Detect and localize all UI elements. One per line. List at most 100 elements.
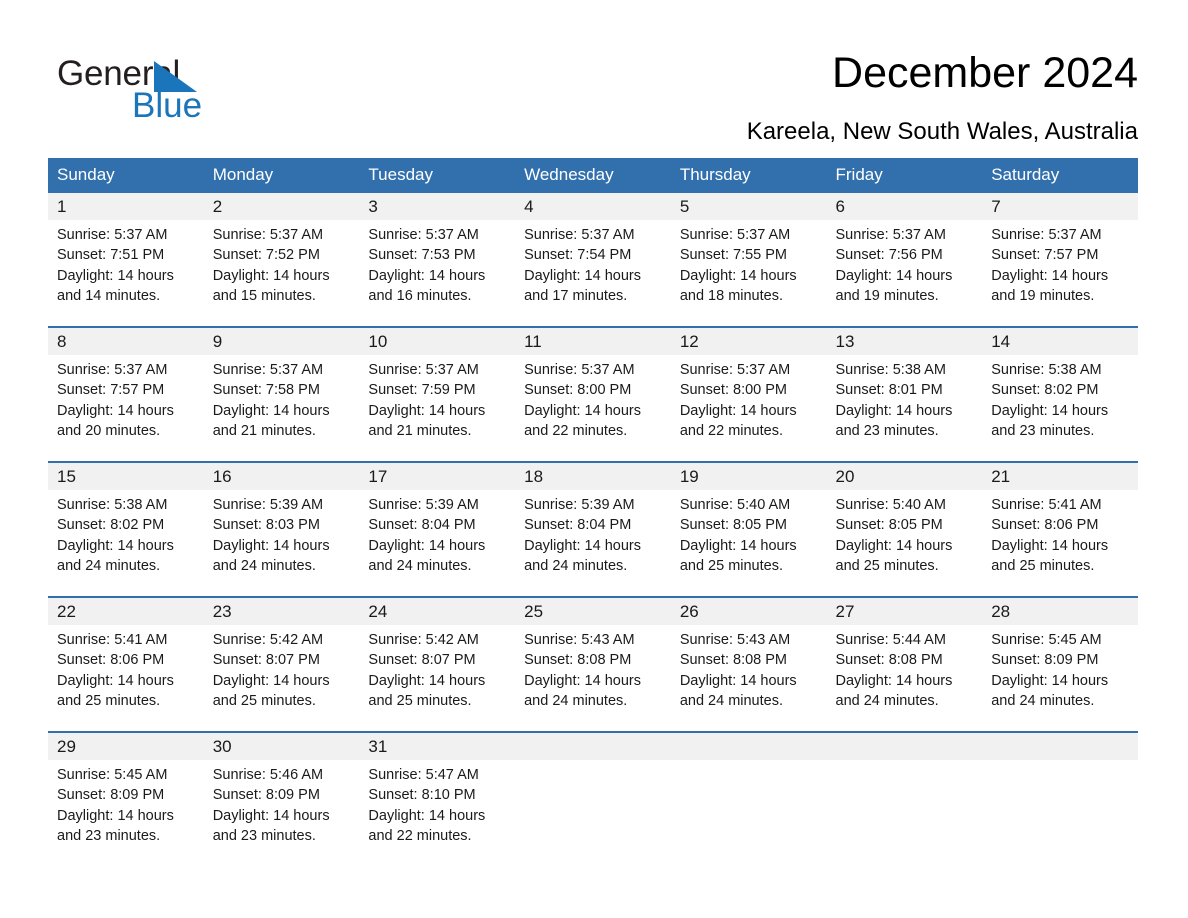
daylight-text: Daylight: 14 hours xyxy=(524,672,641,689)
weekday-header-friday: Friday xyxy=(826,158,983,193)
daylight-text: Daylight: 14 hours xyxy=(57,807,174,824)
day-cell: Sunrise: 5:37 AM Sunset: 7:58 PM Dayligh… xyxy=(203,355,360,462)
daylight-text: Daylight: 14 hours xyxy=(524,402,641,419)
day-cell: Sunrise: 5:37 AM Sunset: 7:57 PM Dayligh… xyxy=(48,355,204,462)
day-number[interactable]: 29 xyxy=(48,731,204,760)
daylight-text-cont: and 24 minutes. xyxy=(524,557,628,574)
day-number[interactable]: 24 xyxy=(359,596,516,625)
calendar-header-row: Sunday Monday Tuesday Wednesday Thursday… xyxy=(48,158,1138,193)
daylight-text: Daylight: 14 hours xyxy=(57,402,174,419)
daylight-text-cont: and 24 minutes. xyxy=(368,557,472,574)
day-number[interactable]: 10 xyxy=(359,326,516,355)
day-number[interactable]: 27 xyxy=(826,596,983,625)
sunset-text: Sunset: 8:05 PM xyxy=(679,517,788,534)
sunrise-text: Sunrise: 5:37 AM xyxy=(368,227,479,243)
daylight-text-cont: and 17 minutes. xyxy=(524,287,628,304)
day-number[interactable]: 17 xyxy=(359,461,516,490)
day-number[interactable]: 7 xyxy=(982,193,1138,220)
sunset-text: Sunset: 7:53 PM xyxy=(368,247,476,264)
day-number[interactable]: 15 xyxy=(48,461,204,490)
sunset-text: Sunset: 8:08 PM xyxy=(835,652,943,669)
day-cell: Sunrise: 5:40 AM Sunset: 8:05 PM Dayligh… xyxy=(670,490,827,597)
day-cell: Sunrise: 5:41 AM Sunset: 8:06 PM Dayligh… xyxy=(48,625,204,732)
sunrise-text: Sunrise: 5:45 AM xyxy=(991,632,1102,648)
day-cell: Sunrise: 5:37 AM Sunset: 7:57 PM Dayligh… xyxy=(982,220,1138,327)
daylight-text-cont: and 22 minutes. xyxy=(368,827,472,844)
sunset-text: Sunset: 8:06 PM xyxy=(991,517,1099,534)
day-number[interactable]: 19 xyxy=(670,461,827,490)
day-cell: Sunrise: 5:37 AM Sunset: 7:56 PM Dayligh… xyxy=(826,220,983,327)
day-number[interactable]: 9 xyxy=(203,326,360,355)
daylight-text-cont: and 25 minutes. xyxy=(991,557,1095,574)
day-cell: Sunrise: 5:37 AM Sunset: 7:55 PM Dayligh… xyxy=(670,220,827,327)
day-number[interactable]: 21 xyxy=(982,461,1138,490)
sunset-text: Sunset: 7:56 PM xyxy=(835,247,943,264)
day-number-empty xyxy=(670,731,827,760)
day-number[interactable]: 16 xyxy=(203,461,360,490)
sunset-text: Sunset: 7:51 PM xyxy=(57,247,165,264)
sunrise-text: Sunrise: 5:43 AM xyxy=(679,632,791,648)
day-number[interactable]: 13 xyxy=(826,326,983,355)
day-number[interactable]: 26 xyxy=(670,596,827,625)
day-number[interactable]: 3 xyxy=(359,193,516,220)
day-number[interactable]: 4 xyxy=(515,193,671,220)
sunset-text: Sunset: 7:57 PM xyxy=(991,247,1099,264)
day-number[interactable]: 5 xyxy=(670,193,827,220)
day-number[interactable]: 14 xyxy=(982,326,1138,355)
sunset-text: Sunset: 8:09 PM xyxy=(212,787,320,804)
week-daynumber-row: 1 2 3 4 5 6 7 xyxy=(48,193,1138,220)
daylight-text: Daylight: 14 hours xyxy=(835,267,953,284)
day-number-empty xyxy=(826,731,983,760)
day-number[interactable]: 8 xyxy=(48,326,204,355)
daylight-text: Daylight: 14 hours xyxy=(368,672,486,689)
sunrise-sunset-calendar-table: Sunday Monday Tuesday Wednesday Thursday… xyxy=(48,158,1138,872)
day-number[interactable]: 6 xyxy=(826,193,983,220)
day-cell: Sunrise: 5:38 AM Sunset: 8:01 PM Dayligh… xyxy=(826,355,983,462)
day-number[interactable]: 25 xyxy=(515,596,671,625)
daylight-text-cont: and 24 minutes. xyxy=(679,692,783,709)
daylight-text-cont: and 24 minutes. xyxy=(57,557,161,574)
daylight-text: Daylight: 14 hours xyxy=(524,267,641,284)
day-number[interactable]: 1 xyxy=(48,193,204,220)
daylight-text-cont: and 25 minutes. xyxy=(212,692,316,709)
sunset-text: Sunset: 8:03 PM xyxy=(212,517,320,534)
daylight-text-cont: and 22 minutes. xyxy=(524,422,628,439)
week-detail-row: Sunrise: 5:41 AM Sunset: 8:06 PM Dayligh… xyxy=(48,625,1138,732)
day-number[interactable]: 30 xyxy=(203,731,360,760)
day-cell: Sunrise: 5:47 AM Sunset: 8:10 PM Dayligh… xyxy=(359,760,516,872)
day-cell: Sunrise: 5:45 AM Sunset: 8:09 PM Dayligh… xyxy=(982,625,1138,732)
day-number[interactable]: 11 xyxy=(515,326,671,355)
sunset-text: Sunset: 7:59 PM xyxy=(368,382,476,399)
day-number[interactable]: 23 xyxy=(203,596,360,625)
day-number[interactable]: 2 xyxy=(203,193,360,220)
sunrise-text: Sunrise: 5:37 AM xyxy=(524,227,635,243)
day-number[interactable]: 31 xyxy=(359,731,516,760)
sunrise-text: Sunrise: 5:37 AM xyxy=(679,362,791,378)
sunset-text: Sunset: 8:08 PM xyxy=(679,652,788,669)
sunrise-text: Sunrise: 5:40 AM xyxy=(679,497,791,513)
sunset-text: Sunset: 8:02 PM xyxy=(991,382,1099,399)
week-daynumber-row: 22 23 24 25 26 27 28 xyxy=(48,596,1138,625)
day-cell: Sunrise: 5:37 AM Sunset: 7:59 PM Dayligh… xyxy=(359,355,516,462)
daylight-text-cont: and 21 minutes. xyxy=(212,422,316,439)
generalblue-logo: General Blue xyxy=(57,54,317,130)
day-number[interactable]: 20 xyxy=(826,461,983,490)
sunset-text: Sunset: 7:52 PM xyxy=(212,247,320,264)
day-number[interactable]: 22 xyxy=(48,596,204,625)
daylight-text-cont: and 24 minutes. xyxy=(524,692,628,709)
calendar-body: 1 2 3 4 5 6 7 Sunrise: 5:37 AM Sunset: 7… xyxy=(48,193,1138,872)
daylight-text: Daylight: 14 hours xyxy=(368,402,486,419)
day-cell: Sunrise: 5:37 AM Sunset: 7:52 PM Dayligh… xyxy=(203,220,360,327)
day-number[interactable]: 18 xyxy=(515,461,671,490)
daylight-text: Daylight: 14 hours xyxy=(991,402,1109,419)
day-cell: Sunrise: 5:40 AM Sunset: 8:05 PM Dayligh… xyxy=(826,490,983,597)
sunrise-text: Sunrise: 5:38 AM xyxy=(991,362,1102,378)
day-number[interactable]: 12 xyxy=(670,326,827,355)
daylight-text: Daylight: 14 hours xyxy=(212,267,330,284)
daylight-text-cont: and 25 minutes. xyxy=(835,557,939,574)
day-number[interactable]: 28 xyxy=(982,596,1138,625)
week-detail-row: Sunrise: 5:38 AM Sunset: 8:02 PM Dayligh… xyxy=(48,490,1138,597)
daylight-text-cont: and 23 minutes. xyxy=(57,827,161,844)
sunset-text: Sunset: 8:09 PM xyxy=(991,652,1099,669)
daylight-text: Daylight: 14 hours xyxy=(368,807,486,824)
